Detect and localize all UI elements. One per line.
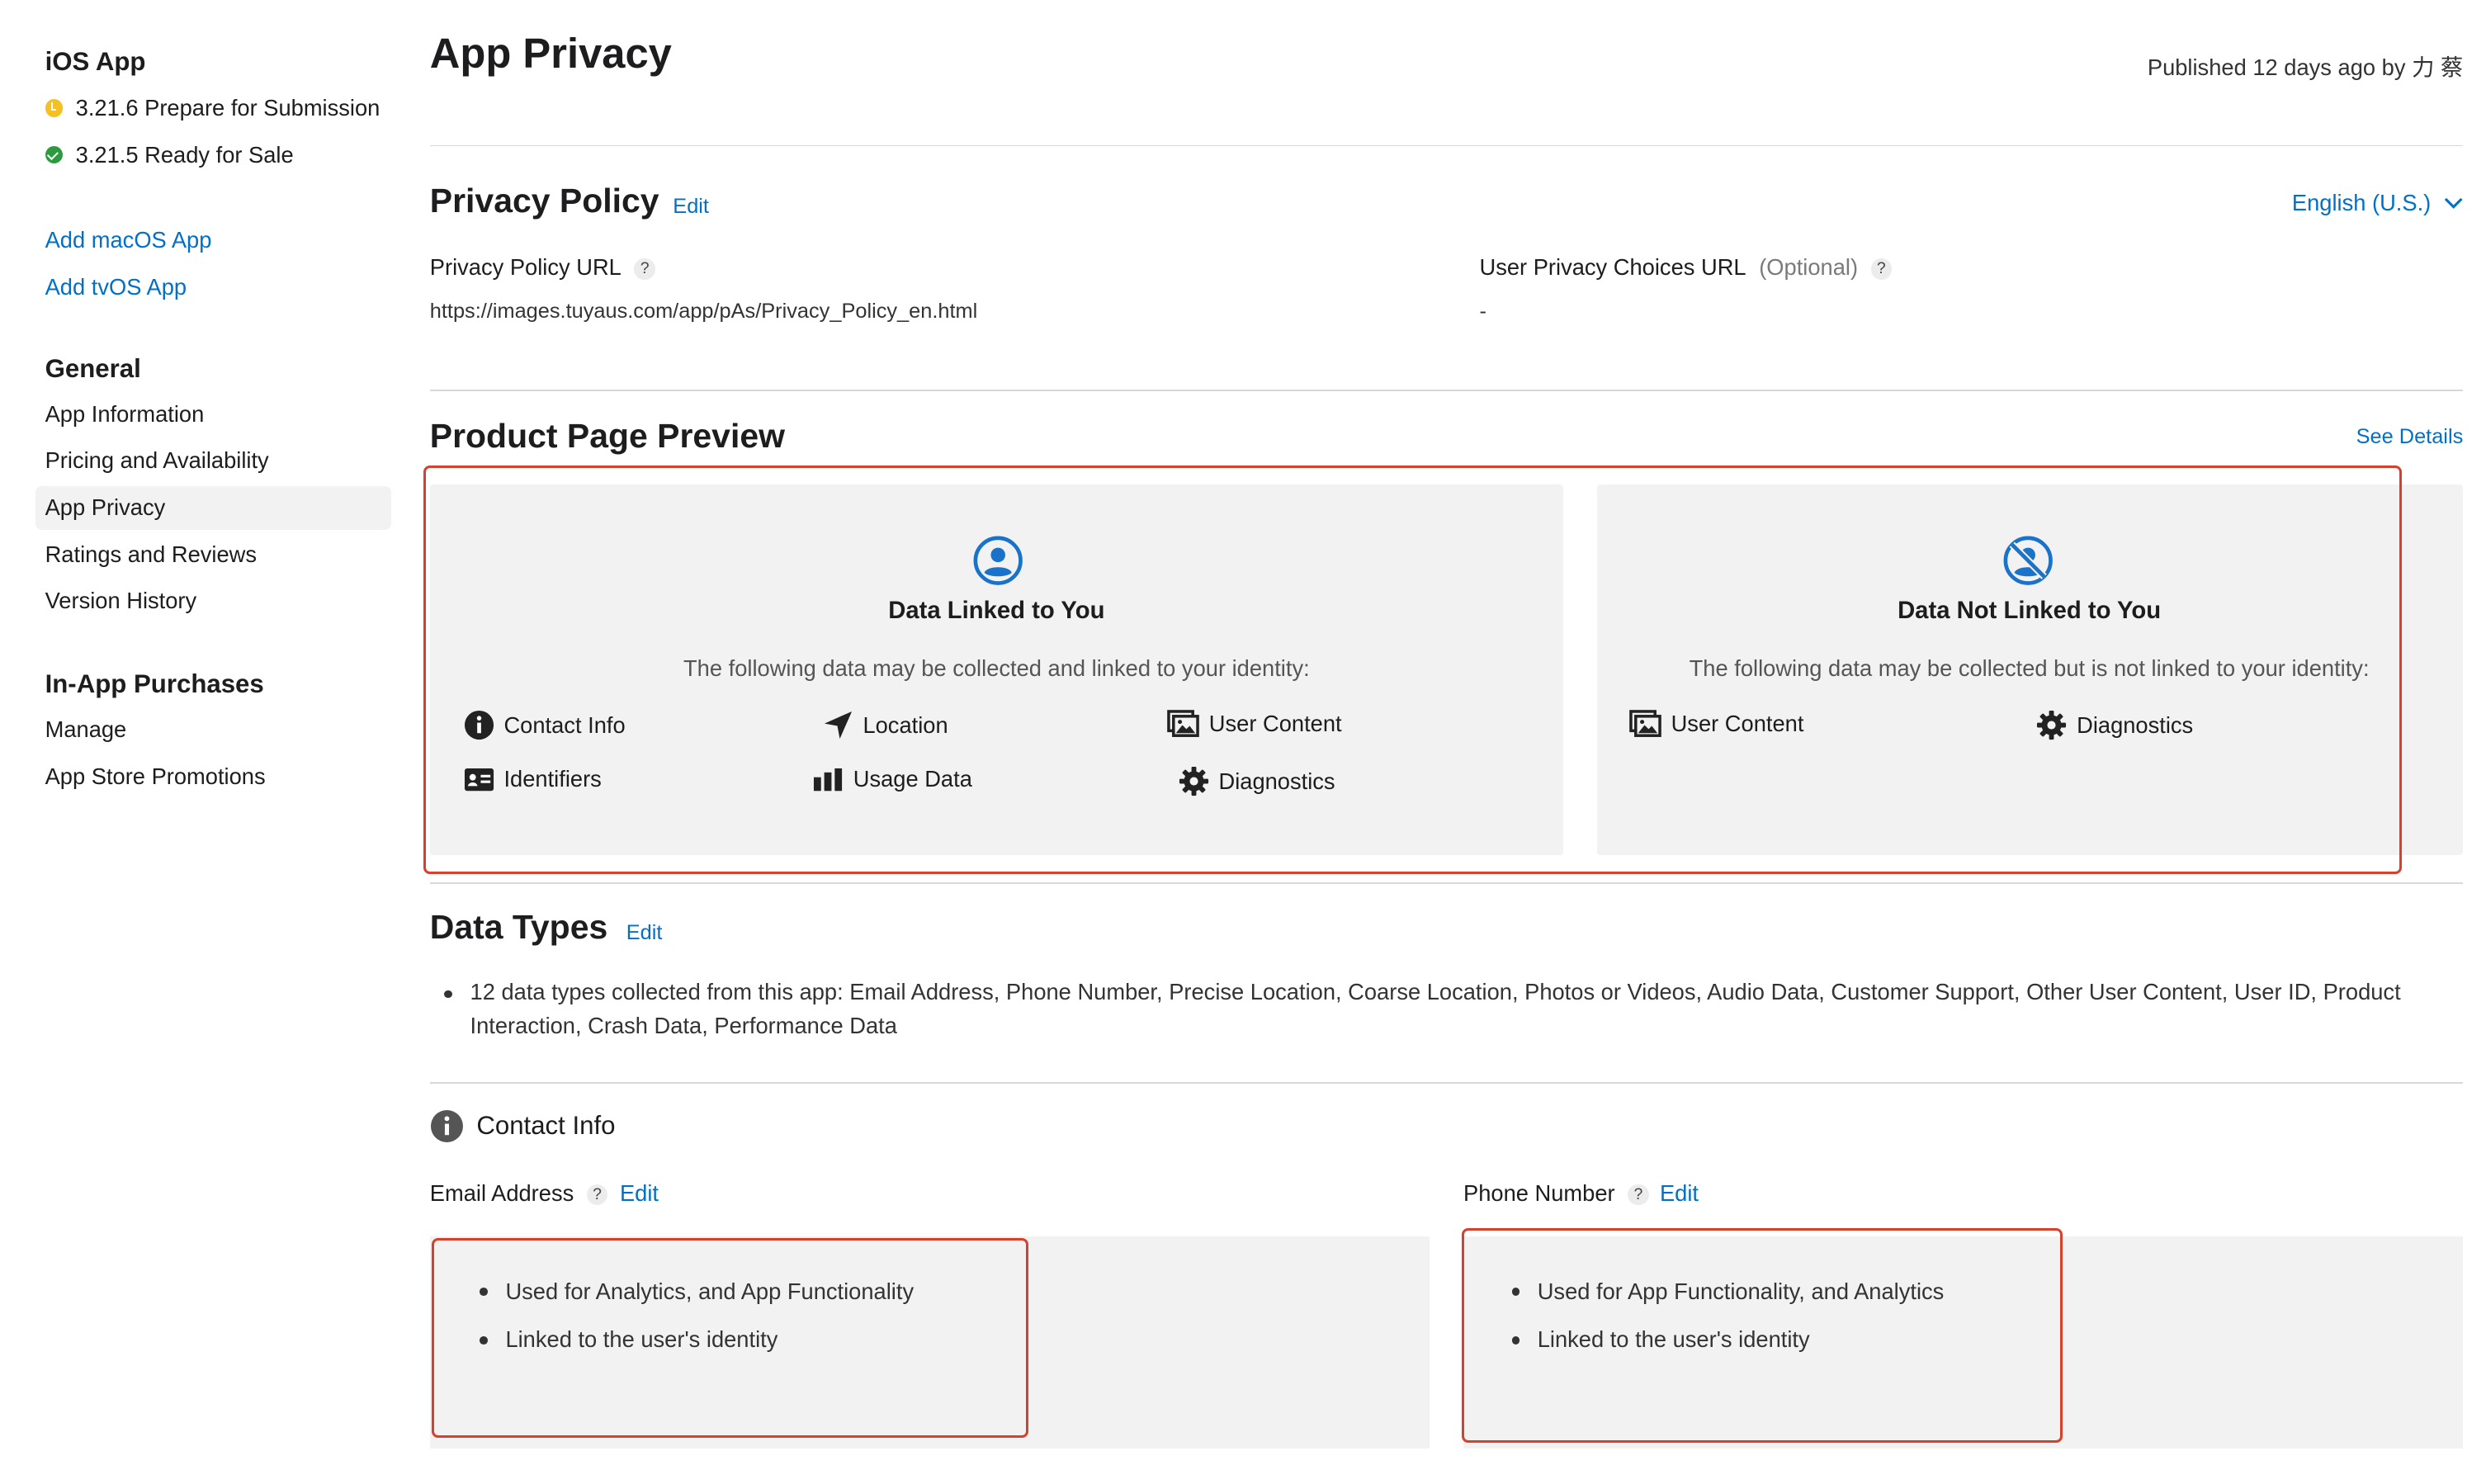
user-privacy-choices-label: User Privacy Choices URL (Optional)? — [1479, 254, 1892, 281]
sidebar-item-version-history[interactable]: Version History — [35, 579, 391, 623]
page-title: App Privacy — [429, 30, 672, 78]
category-user-content: User Content — [1629, 710, 1804, 738]
list-item: Used for App Functionality, and Analytic… — [1509, 1275, 1944, 1324]
panel-title: Data Linked to You — [888, 597, 1105, 624]
ios-app-heading: iOS App — [45, 46, 146, 76]
category-label: User Content — [1208, 710, 1342, 736]
email-usage-list: Used for Analytics, and App Functionalit… — [476, 1275, 914, 1372]
email-address-label: Email Address? — [429, 1179, 608, 1207]
email-label-text: Email Address — [429, 1179, 574, 1206]
data-not-linked-panel: Data Not Linked to You The following dat… — [1596, 484, 2464, 855]
photos-icon — [1167, 710, 1199, 738]
url-label-text: Privacy Policy URL — [429, 254, 622, 281]
see-details-link[interactable]: See Details — [2356, 425, 2464, 449]
in-app-purchases-heading: In-App Purchases — [45, 669, 264, 699]
category-diagnostics: Diagnostics — [1179, 766, 1335, 796]
divider — [429, 390, 2464, 391]
language-label: English (U.S.) — [2291, 190, 2432, 216]
email-usage-box: Used for Analytics, and App Functionalit… — [429, 1236, 1430, 1449]
sidebar-item-app-store-promotions[interactable]: App Store Promotions — [35, 755, 391, 799]
category-label: User Content — [1671, 710, 1804, 736]
help-icon[interactable]: ? — [634, 258, 655, 280]
product-page-preview-title: Product Page Preview — [429, 417, 785, 456]
sidebar-item-pricing[interactable]: Pricing and Availability — [35, 439, 391, 483]
privacy-policy-edit-link[interactable]: Edit — [673, 195, 709, 219]
category-contact-info: Contact Info — [464, 710, 626, 740]
sidebar-item-app-privacy[interactable]: App Privacy — [35, 486, 391, 530]
category-label: Identifiers — [503, 766, 602, 792]
sidebar-item-ratings[interactable]: Ratings and Reviews — [35, 533, 391, 577]
list-item: Used for Analytics, and App Functionalit… — [476, 1275, 914, 1324]
id-card-icon — [464, 768, 494, 792]
version-label: 3.21.5 Ready for Sale — [75, 141, 294, 168]
help-icon[interactable]: ? — [1628, 1184, 1649, 1206]
phone-edit-link[interactable]: Edit — [1660, 1180, 1699, 1207]
contact-info-title: Contact Info — [476, 1111, 616, 1141]
phone-label-text: Phone Number — [1463, 1179, 1615, 1206]
version-label: 3.21.6 Prepare for Submission — [75, 95, 380, 121]
list-item: Linked to the user's identity — [1509, 1323, 1945, 1372]
category-usage-data: Usage Data — [813, 766, 972, 792]
privacy-policy-title: Privacy Policy — [429, 182, 659, 220]
data-types-title: Data Types — [429, 908, 608, 947]
list-item: Linked to the user's identity — [476, 1323, 914, 1372]
general-heading: General — [45, 354, 141, 384]
data-types-list: 12 data types collected from this app: E… — [430, 976, 2427, 1043]
category-label: Diagnostics — [1218, 768, 1335, 794]
check-status-icon — [45, 145, 64, 164]
info-icon — [430, 1109, 463, 1142]
category-label: Diagnostics — [2077, 711, 2194, 738]
panel-subtitle: The following data may be collected but … — [1689, 655, 2370, 681]
divider — [429, 1081, 2464, 1084]
gear-icon — [2037, 711, 2067, 740]
category-identifiers: Identifiers — [464, 766, 602, 792]
chevron-down-icon — [2444, 198, 2463, 210]
privacy-policy-url-label: Privacy Policy URL? — [430, 254, 655, 281]
phone-number-label: Phone Number? — [1463, 1180, 1649, 1207]
person-circle-icon — [973, 536, 1023, 585]
pending-status-icon — [45, 99, 64, 117]
email-edit-link[interactable]: Edit — [620, 1180, 659, 1207]
main-content: App Privacy Published 12 days ago by 力 蔡… — [423, 0, 2464, 1449]
add-tvos-app-link[interactable]: Add tvOS App — [45, 274, 187, 300]
location-arrow-icon — [824, 711, 852, 740]
data-types-edit-link[interactable]: Edit — [626, 921, 663, 945]
gear-icon — [1179, 767, 1208, 796]
person-slash-icon — [2003, 536, 2054, 585]
panel-title: Data Not Linked to You — [1898, 597, 2162, 624]
sidebar-item-app-information[interactable]: App Information — [35, 393, 391, 437]
phone-usage-list: Used for App Functionality, and Analytic… — [1509, 1275, 1945, 1372]
category-label: Contact Info — [503, 711, 626, 738]
photos-icon — [1629, 710, 1661, 738]
category-label: Location — [863, 711, 948, 738]
divider — [429, 881, 2464, 884]
privacy-policy-url-value: https://images.tuyaus.com/app/pAs/Privac… — [429, 299, 978, 323]
version-item-prepare[interactable]: 3.21.6 Prepare for Submission — [45, 95, 380, 121]
sidebar-item-manage[interactable]: Manage — [35, 708, 391, 752]
help-icon[interactable]: ? — [1870, 258, 1892, 280]
published-info: Published 12 days ago by 力 蔡 — [2147, 54, 2464, 80]
language-selector[interactable]: English (U.S.) — [2292, 190, 2463, 216]
help-icon[interactable]: ? — [586, 1184, 608, 1206]
bar-chart-icon — [813, 768, 843, 792]
version-item-ready[interactable]: 3.21.5 Ready for Sale — [45, 142, 294, 168]
optional-tag: (Optional) — [1759, 254, 1859, 281]
user-privacy-choices-value: - — [1479, 299, 1486, 323]
contact-info-heading: Contact Info — [430, 1109, 616, 1143]
panel-subtitle: The following data may be collected and … — [683, 655, 1310, 681]
category-label: Usage Data — [853, 766, 972, 792]
category-location: Location — [823, 710, 948, 740]
phone-usage-box: Used for App Functionality, and Analytic… — [1463, 1236, 2464, 1449]
info-icon — [464, 711, 494, 740]
divider — [429, 144, 2464, 147]
category-diagnostics: Diagnostics — [2036, 710, 2193, 740]
data-linked-panel: Data Linked to You The following data ma… — [429, 484, 1563, 855]
add-macos-app-link[interactable]: Add macOS App — [45, 227, 212, 253]
category-user-content: User Content — [1167, 710, 1342, 738]
choices-label-text: User Privacy Choices URL — [1479, 254, 1746, 281]
data-types-summary: 12 data types collected from this app: E… — [430, 976, 2427, 1043]
